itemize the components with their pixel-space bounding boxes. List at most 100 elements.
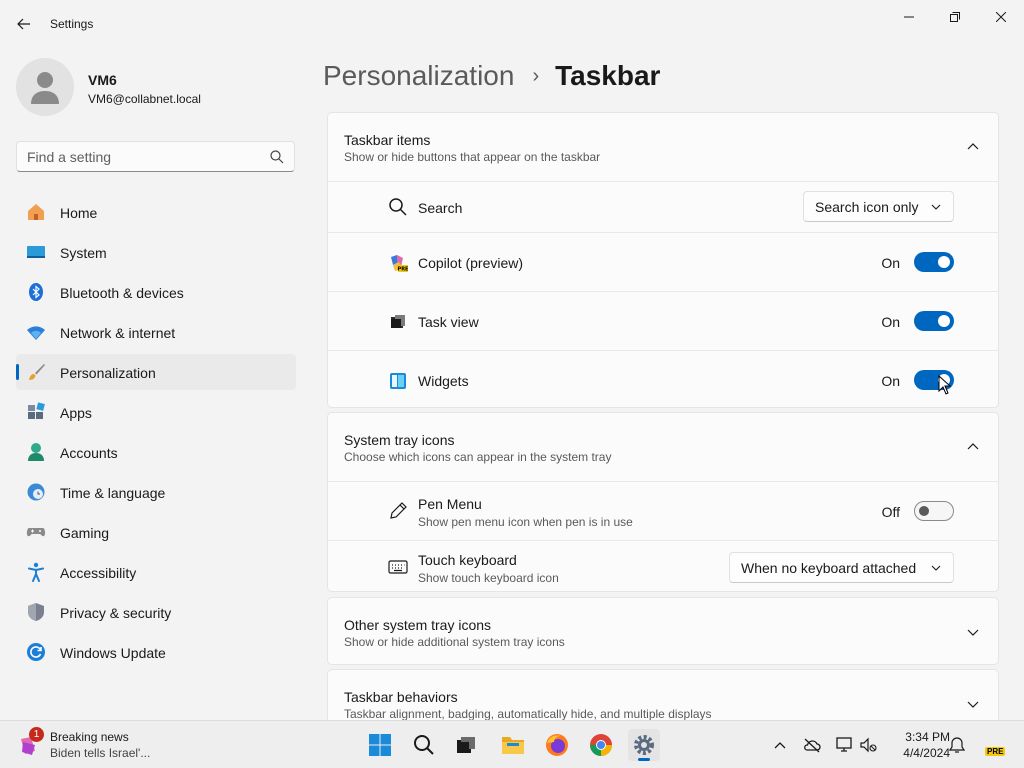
windows-logo-icon (369, 734, 391, 756)
person-icon (31, 72, 59, 104)
chevron-up-icon[interactable] (966, 141, 980, 151)
other-tray-section[interactable]: Other system tray icons Show or hide add… (327, 597, 999, 665)
task-view-state: On (881, 314, 900, 330)
speaker-muted-icon (860, 737, 877, 753)
dropdown-value: Search icon only (815, 198, 919, 215)
firefox-button[interactable] (541, 729, 573, 761)
brush-icon (29, 364, 45, 380)
bluetooth-icon (29, 283, 43, 301)
chrome-button[interactable] (585, 729, 617, 761)
copilot-toggle[interactable] (914, 252, 954, 272)
search-icon[interactable] (270, 150, 284, 164)
volume-tray-button[interactable] (858, 735, 878, 755)
network-icon (836, 737, 852, 752)
folder-icon (502, 737, 524, 754)
profile-email: VM6@collabnet.local (88, 92, 201, 106)
file-explorer-button[interactable] (497, 729, 529, 761)
task-view-icon (391, 315, 405, 328)
sidebar-item-accounts[interactable]: Accounts (16, 434, 296, 470)
sidebar-item-apps[interactable]: Apps (16, 394, 296, 430)
sidebar-item-label: Network & internet (60, 325, 176, 341)
avatar (16, 58, 74, 116)
minimize-icon (904, 16, 914, 18)
home-icon (28, 204, 44, 220)
taskbar-behaviors-header[interactable]: Taskbar behaviors Taskbar alignment, bad… (328, 670, 998, 720)
sidebar-item-accessibility[interactable]: Accessibility (16, 554, 296, 590)
search-label: Search (418, 200, 463, 216)
chevron-down-icon[interactable] (966, 700, 980, 710)
task-view-icon (457, 737, 475, 753)
sidebar-item-label: Windows Update (60, 645, 166, 661)
accessibility-icon (28, 562, 44, 582)
notifications-button[interactable] (947, 735, 967, 755)
settings-app-button[interactable] (628, 729, 660, 761)
pen-menu-toggle[interactable] (914, 501, 954, 521)
sidebar-item-label: Accounts (60, 445, 118, 461)
shield-icon (28, 603, 44, 621)
chevron-down-icon (931, 565, 941, 571)
sidebar-nav: Home System Bluetooth & devices Network … (16, 194, 296, 674)
sidebar-item-privacy[interactable]: Privacy & security (16, 594, 296, 630)
taskbar-items-header[interactable]: Taskbar items Show or hide buttons that … (328, 113, 998, 181)
dropdown-value: When no keyboard attached (741, 559, 917, 576)
back-button[interactable] (14, 14, 34, 34)
system-tray-header[interactable]: System tray icons Choose which icons can… (328, 413, 998, 481)
task-view-button[interactable] (450, 729, 482, 761)
arrow-left-icon (17, 18, 30, 30)
system-tray-section: System tray icons Choose which icons can… (327, 412, 999, 592)
section-description: Show or hide buttons that appear on the … (344, 150, 601, 164)
sidebar-item-network[interactable]: Network & internet (16, 314, 296, 350)
sidebar-item-home[interactable]: Home (16, 194, 296, 230)
search-mode-dropdown[interactable]: Search icon only (803, 191, 954, 222)
start-button[interactable] (364, 729, 396, 761)
task-view-label: Task view (418, 314, 479, 330)
section-title: Taskbar behaviors (344, 689, 458, 705)
chevron-up-icon[interactable] (966, 441, 980, 451)
chevron-down-icon (931, 204, 941, 210)
sidebar-item-personalization[interactable]: Personalization (16, 354, 296, 390)
widgets-state: On (881, 373, 900, 389)
search-input[interactable] (27, 148, 267, 166)
sidebar-item-bluetooth[interactable]: Bluetooth & devices (16, 274, 296, 310)
sidebar-item-gaming[interactable]: Gaming (16, 514, 296, 550)
chrome-icon (590, 734, 612, 756)
windows-taskbar: 1 Breaking news Biden tells Israel'... 3… (0, 720, 1024, 768)
restore-icon (950, 12, 960, 22)
taskbar-search-button[interactable] (408, 729, 440, 761)
news-title: Breaking news (50, 730, 129, 744)
close-button[interactable] (989, 8, 1013, 26)
clock-date: 4/4/2024 (903, 746, 950, 760)
section-description: Taskbar alignment, badging, automaticall… (344, 707, 712, 720)
sidebar-item-label: Accessibility (60, 565, 137, 581)
task-view-toggle[interactable] (914, 311, 954, 331)
copilot-icon: PRE (391, 255, 408, 273)
breadcrumb-separator: › (532, 64, 540, 87)
sidebar-item-windows-update[interactable]: Windows Update (16, 634, 296, 670)
section-description: Show or hide additional system tray icon… (344, 635, 565, 649)
user-profile[interactable]: VM6 VM6@collabnet.local (16, 58, 296, 118)
system-clock[interactable]: 3:34 PM 4/4/2024 (890, 729, 950, 761)
sidebar-item-time-language[interactable]: Time & language (16, 474, 296, 510)
mouse-cursor-icon (938, 375, 952, 395)
news-widget[interactable]: 1 Breaking news Biden tells Israel'... (16, 727, 176, 761)
touch-keyboard-label: Touch keyboard (418, 552, 517, 568)
breadcrumb-parent[interactable]: Personalization (323, 60, 514, 92)
widgets-row: Widgets On (328, 350, 998, 407)
chevron-down-icon[interactable] (966, 628, 980, 638)
sidebar-item-system[interactable]: System (16, 234, 296, 270)
bell-icon (949, 737, 965, 753)
touch-keyboard-dropdown[interactable]: When no keyboard attached (729, 552, 954, 583)
minimize-button[interactable] (897, 8, 921, 26)
clock-globe-icon (27, 483, 45, 501)
network-tray-button[interactable] (834, 735, 854, 755)
section-description: Choose which icons can appear in the sys… (344, 450, 612, 464)
other-tray-header[interactable]: Other system tray icons Show or hide add… (328, 598, 998, 664)
search-icon (414, 735, 434, 755)
show-hidden-icons-button[interactable] (770, 735, 790, 755)
restore-button[interactable] (943, 8, 967, 26)
pen-icon (390, 502, 407, 519)
notification-badge: 1 (29, 727, 44, 742)
search-icon (389, 198, 407, 216)
taskbar-behaviors-section[interactable]: Taskbar behaviors Taskbar alignment, bad… (327, 669, 999, 720)
onedrive-tray-button[interactable] (802, 735, 822, 755)
